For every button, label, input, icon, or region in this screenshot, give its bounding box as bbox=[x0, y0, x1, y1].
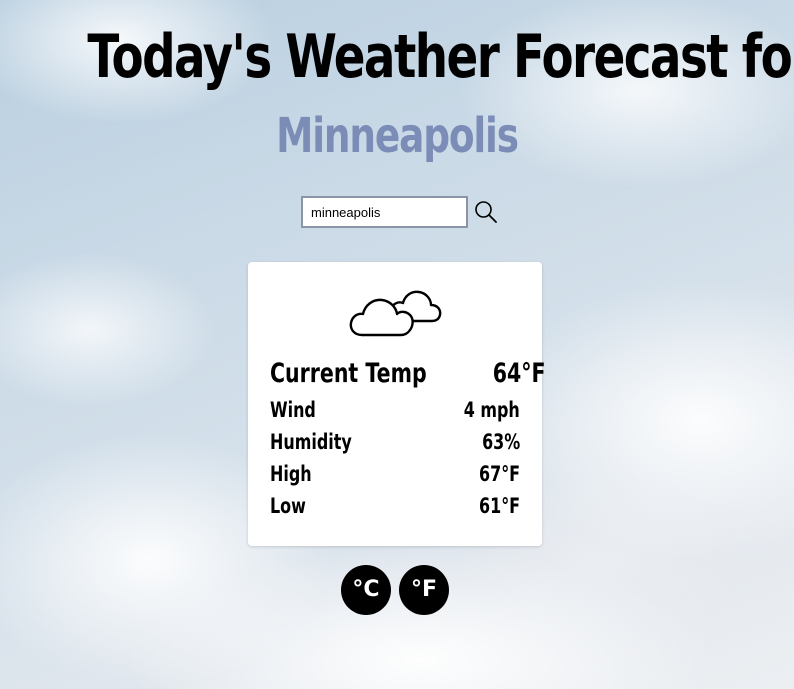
humidity-value: 63% bbox=[481, 430, 520, 454]
low-value: 61°F bbox=[478, 494, 520, 518]
search-icon bbox=[475, 201, 497, 223]
high-row: High 67°F bbox=[270, 462, 520, 486]
current-temp-label: Current Temp bbox=[270, 358, 427, 389]
wind-label: Wind bbox=[270, 398, 316, 422]
humidity-label: Humidity bbox=[270, 430, 352, 454]
weather-card: Current Temp 64°F Wind 4 mph Humidity 63… bbox=[248, 262, 546, 546]
wind-row: Wind 4 mph bbox=[270, 398, 520, 422]
city-search-input[interactable] bbox=[301, 196, 468, 228]
low-row: Low 61°F bbox=[270, 494, 520, 518]
current-temp-row: Current Temp 64°F bbox=[270, 358, 546, 389]
humidity-row: Humidity 63% bbox=[270, 430, 520, 454]
wind-value: 4 mph bbox=[463, 398, 520, 422]
search-button[interactable] bbox=[472, 198, 500, 226]
high-value: 67°F bbox=[478, 462, 520, 486]
fahrenheit-button[interactable]: °F bbox=[399, 565, 449, 615]
cloudy-icon bbox=[349, 290, 442, 337]
page-title: Today's Weather Forecast for bbox=[87, 22, 794, 92]
city-name: Minneapolis bbox=[276, 108, 519, 164]
celsius-button[interactable]: °C bbox=[341, 565, 391, 615]
high-label: High bbox=[270, 462, 312, 486]
low-label: Low bbox=[270, 494, 306, 518]
current-temp-value: 64°F bbox=[492, 358, 546, 389]
